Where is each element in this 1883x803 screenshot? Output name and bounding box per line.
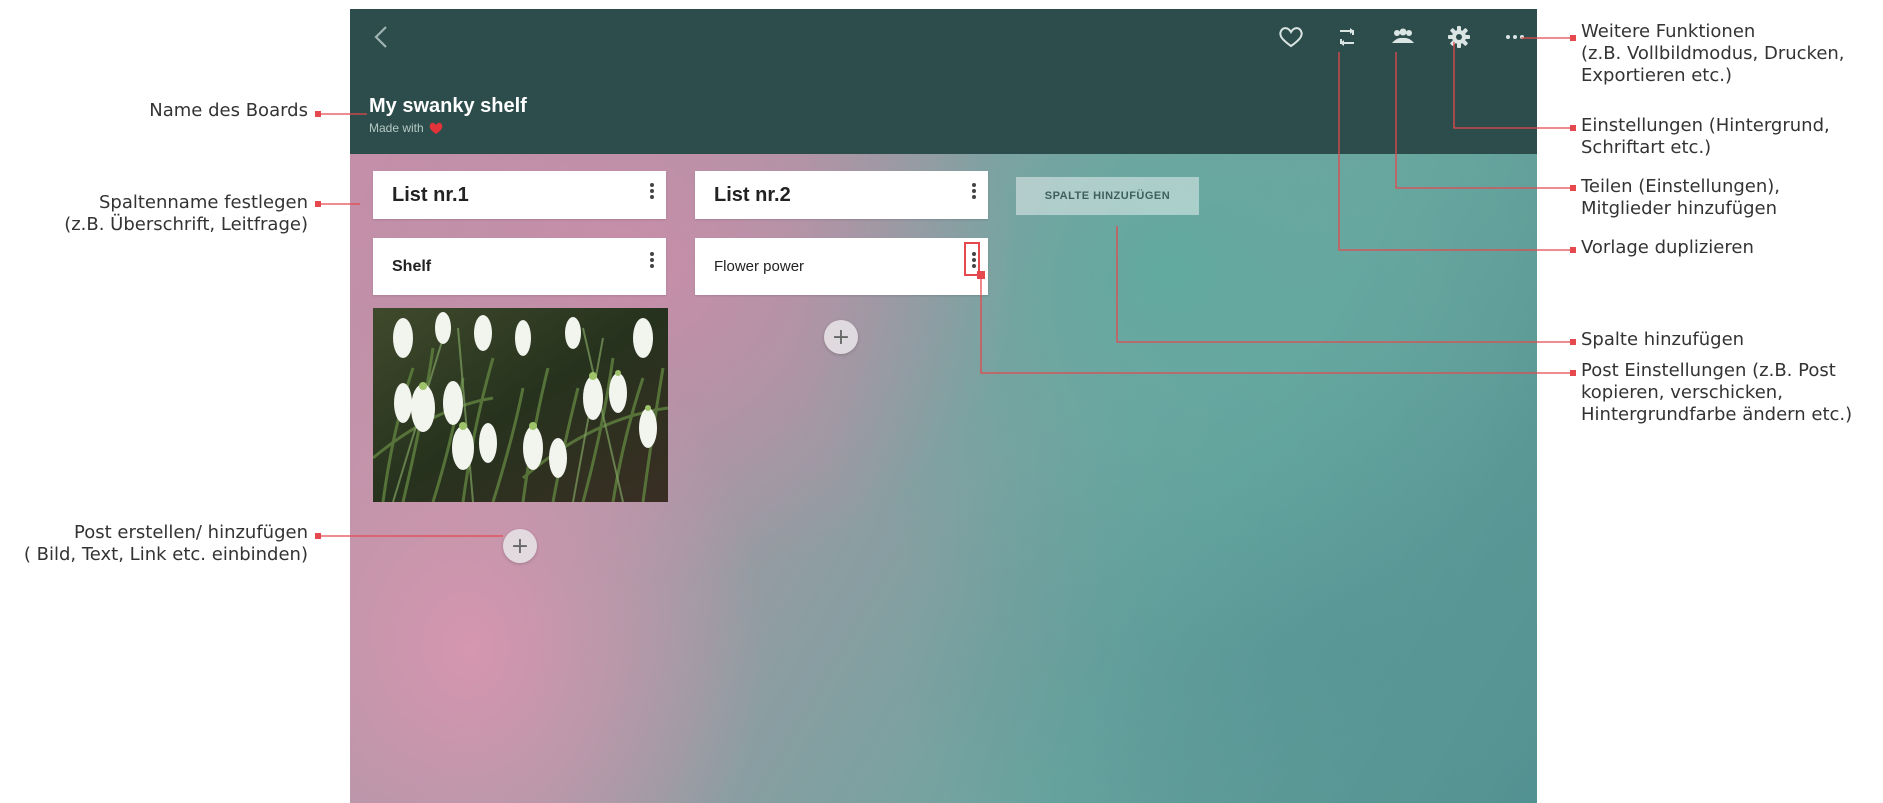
- callout-line: Einstellungen (Hintergrund,: [1581, 115, 1830, 136]
- column-name: List nr.1: [392, 183, 469, 206]
- snowdrop-photo[interactable]: [373, 308, 668, 502]
- callout-line: (z.B. Überschrift, Leitfrage): [64, 214, 308, 235]
- callout-line: Vorlage duplizieren: [1581, 237, 1754, 258]
- gear-icon[interactable]: [1443, 21, 1475, 53]
- padlet-board: My swanky shelf Made with List nr.1 Shel…: [350, 9, 1537, 803]
- post-title: Shelf: [392, 257, 432, 275]
- board-subtitle: Made with: [369, 121, 444, 135]
- board-subtitle-text: Made with: [369, 121, 424, 135]
- callout-board-name: Name des Boards: [40, 100, 308, 122]
- add-post-button-1[interactable]: +: [503, 529, 537, 563]
- callout-settings: Einstellungen (Hintergrund, Schriftart e…: [1581, 115, 1881, 159]
- callout-line: Exportieren etc.): [1581, 65, 1732, 86]
- callout-column-name: Spaltenname festlegen (z.B. Überschrift,…: [20, 192, 308, 236]
- callout-post-settings: Post Einstellungen (z.B. Post kopieren, …: [1581, 360, 1881, 426]
- callout-line: Name des Boards: [149, 100, 308, 121]
- heart-icon[interactable]: [1275, 21, 1307, 53]
- post-card-flower-power[interactable]: Flower power: [695, 238, 988, 295]
- callout-line: Hintergrundfarbe ändern etc.): [1581, 404, 1853, 425]
- callout-add-column: Spalte hinzufügen: [1581, 329, 1881, 351]
- members-icon[interactable]: [1387, 21, 1419, 53]
- callout-line: Post erstellen/ hinzufügen: [74, 522, 308, 543]
- board-title[interactable]: My swanky shelf: [369, 95, 527, 118]
- callout-more-functions: Weitere Funktionen (z.B. Vollbildmodus, …: [1581, 21, 1881, 87]
- callout-line: kopieren, verschicken,: [1581, 382, 1783, 403]
- column-name: List nr.2: [714, 183, 791, 206]
- column-header-1[interactable]: List nr.1: [373, 171, 666, 219]
- callout-share: Teilen (Einstellungen), Mitglieder hinzu…: [1581, 176, 1881, 220]
- callout-line: ( Bild, Text, Link etc. einbinden): [23, 544, 308, 565]
- callout-line: Post Einstellungen (z.B. Post: [1581, 360, 1836, 381]
- post-title: Flower power: [714, 258, 805, 275]
- callout-line: Spaltenname festlegen: [98, 192, 308, 213]
- callout-line: Teilen (Einstellungen),: [1581, 176, 1781, 197]
- remix-icon[interactable]: [1331, 21, 1363, 53]
- post-menu-icon[interactable]: [646, 246, 658, 276]
- post-menu-highlight: [964, 242, 980, 276]
- callout-duplicate: Vorlage duplizieren: [1581, 237, 1881, 259]
- more-icon[interactable]: [1499, 21, 1531, 53]
- callout-line: Mitglieder hinzufügen: [1581, 198, 1778, 219]
- column-header-2[interactable]: List nr.2: [695, 171, 988, 219]
- callout-line: Weitere Funktionen: [1581, 21, 1756, 42]
- column-menu-icon[interactable]: [646, 177, 658, 207]
- callout-post-create: Post erstellen/ hinzufügen ( Bild, Text,…: [4, 522, 308, 566]
- callout-line: Schriftart etc.): [1581, 137, 1712, 158]
- callout-line: Spalte hinzufügen: [1581, 329, 1745, 350]
- back-icon[interactable]: [368, 19, 396, 55]
- add-post-button-2[interactable]: +: [824, 320, 858, 354]
- add-column-button[interactable]: SPALTE HINZUFÜGEN: [1016, 177, 1199, 215]
- column-menu-icon[interactable]: [968, 177, 980, 207]
- callout-line: (z.B. Vollbildmodus, Drucken,: [1581, 43, 1845, 64]
- board-header: My swanky shelf Made with: [350, 9, 1537, 154]
- post-card-shelf[interactable]: Shelf: [373, 238, 666, 295]
- heart-emoji-icon: [429, 122, 443, 134]
